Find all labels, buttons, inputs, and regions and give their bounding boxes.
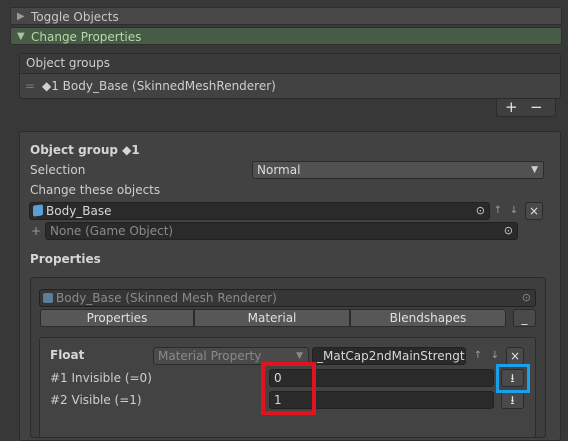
object-group-item-label: ◆1 Body_Base (SkinnedMeshRenderer) [42, 79, 276, 93]
object-groups-list: Object groups = ◆1 Body_Base (SkinnedMes… [19, 53, 561, 99]
collapsed-triangle-icon: ▶ [17, 11, 25, 22]
toggle-objects-label: Toggle Objects [31, 10, 119, 24]
move-up-icon[interactable]: ↑ [490, 203, 506, 219]
fetch-icon: ⭳ [510, 393, 515, 407]
object-group-title: Object group ◆1 [30, 143, 140, 157]
entry-type-label: Float [50, 348, 85, 362]
tab-material[interactable]: Material [194, 309, 350, 327]
mesh-renderer-icon [43, 293, 53, 303]
selection-dropdown[interactable]: Normal ▼ [252, 161, 544, 179]
add-group-button[interactable]: + [505, 98, 518, 116]
remove-group-button[interactable]: − [530, 98, 543, 116]
properties-title: Properties [30, 252, 101, 266]
change-properties-label: Change Properties [31, 30, 142, 44]
blue-highlight-box [496, 364, 530, 393]
picker-icon: ⊙ [521, 291, 531, 304]
drag-handle-icon[interactable]: = [25, 79, 35, 93]
mesh-cube-icon [33, 204, 43, 217]
red-highlight-box [261, 362, 316, 415]
close-icon: × [528, 204, 540, 218]
object-picker-icon[interactable]: ⊙ [504, 223, 513, 239]
change-properties-foldout[interactable]: ▼ Change Properties [10, 27, 562, 45]
collapse-button[interactable]: _ [513, 309, 536, 327]
new-object-placeholder: None (Game Object) [50, 224, 174, 238]
selection-value: Normal [257, 163, 301, 177]
remove-entry-button[interactable]: × [506, 347, 524, 365]
move-down-icon[interactable]: ↓ [506, 203, 522, 219]
object-picker-icon[interactable]: ⊙ [476, 203, 485, 219]
list-footer: + − [496, 98, 556, 117]
expanded-triangle-icon: ▼ [17, 31, 25, 42]
tab-blendshapes[interactable]: Blendshapes [350, 309, 506, 327]
property-name-field[interactable]: _MatCap2ndMainStrength [312, 347, 466, 365]
fetch-value-button[interactable]: ⭳ [501, 391, 524, 409]
object-groups-title: Object groups [26, 56, 110, 70]
list-item[interactable]: = ◆1 Body_Base (SkinnedMeshRenderer) [20, 76, 560, 98]
add-object-icon: + [31, 224, 42, 238]
object-name: Body_Base [46, 204, 112, 218]
new-object-field[interactable]: None (Game Object) ⊙ [45, 222, 518, 240]
toggle-objects-foldout[interactable]: ▶ Toggle Objects [10, 7, 562, 25]
remove-object-button[interactable]: × [525, 202, 543, 220]
chevron-down-icon: ▼ [531, 165, 538, 175]
close-icon: × [509, 349, 521, 363]
move-down-icon[interactable]: ↓ [487, 348, 503, 364]
tab-properties[interactable]: Properties [40, 309, 194, 327]
renderer-field: Body_Base (Skinned Mesh Renderer) ⊙ [39, 289, 536, 307]
source-dropdown-value: Material Property [158, 349, 262, 363]
change-objects-label: Change these objects [30, 183, 161, 197]
value-row-label: #1 Invisible (=0) [50, 371, 152, 385]
object-field-body-base[interactable]: Body_Base ⊙ [29, 202, 490, 220]
move-up-icon[interactable]: ↑ [470, 348, 486, 364]
renderer-label: Body_Base (Skinned Mesh Renderer) [56, 291, 277, 305]
object-groups-header: Object groups [20, 54, 560, 74]
value-row-label: #2 Visible (=1) [50, 393, 142, 407]
selection-label: Selection [30, 163, 86, 177]
